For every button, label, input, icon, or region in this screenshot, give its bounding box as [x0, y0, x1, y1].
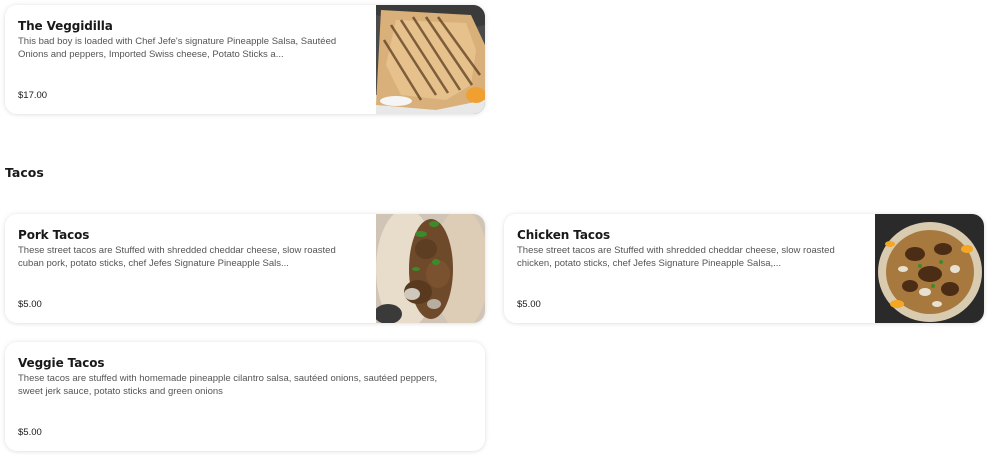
menu-item-info: Chicken Tacos These street tacos are Stu…: [517, 228, 862, 310]
menu-item-description: This bad boy is loaded with Chef Jefe's …: [18, 36, 337, 60]
menu-item-info: Pork Tacos These street tacos are Stuffe…: [18, 228, 363, 310]
menu-item-price: $5.00: [517, 299, 541, 310]
menu-item-description: These tacos are stuffed with homemade pi…: [18, 373, 438, 397]
menu-item-card-veggidilla[interactable]: The Veggidilla This bad boy is loaded wi…: [5, 5, 485, 114]
menu-item-info: Veggie Tacos These tacos are stuffed wit…: [18, 356, 437, 438]
menu-item-photo-quesadilla: [376, 5, 485, 114]
menu-item-price: $5.00: [18, 427, 42, 438]
menu-item-price: $17.00: [18, 90, 48, 101]
menu-item-price: $5.00: [18, 299, 42, 310]
menu-item-card-pork-tacos[interactable]: Pork Tacos These street tacos are Stuffe…: [5, 214, 485, 323]
menu-item-info: The Veggidilla This bad boy is loaded wi…: [18, 19, 363, 101]
menu-item-name: Veggie Tacos: [18, 356, 105, 370]
menu-page: The Veggidilla This bad boy is loaded wi…: [0, 0, 988, 458]
menu-item-name: The Veggidilla: [18, 19, 113, 33]
menu-item-card-chicken-tacos[interactable]: Chicken Tacos These street tacos are Stu…: [504, 214, 984, 323]
section-title-tacos: Tacos: [5, 165, 44, 180]
menu-item-photo-pork-tacos: [376, 214, 485, 323]
menu-item-photo-chicken-tacos: [875, 214, 984, 323]
menu-item-description: These street tacos are Stuffed with shre…: [18, 245, 336, 269]
menu-item-card-veggie-tacos[interactable]: Veggie Tacos These tacos are stuffed wit…: [5, 342, 485, 451]
menu-item-name: Chicken Tacos: [517, 228, 611, 242]
menu-item-description: These street tacos are Stuffed with shre…: [517, 245, 835, 269]
menu-item-name: Pork Tacos: [18, 228, 90, 242]
